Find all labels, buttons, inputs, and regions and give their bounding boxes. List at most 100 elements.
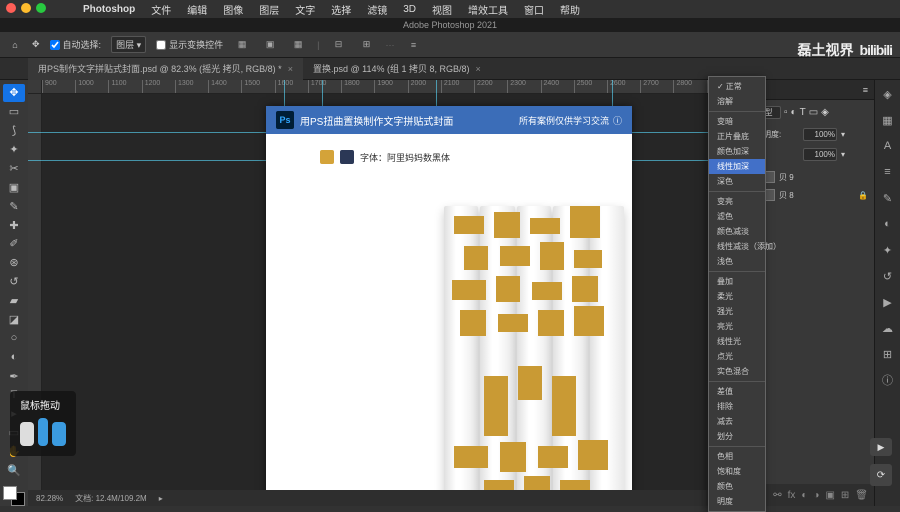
- blend-saturation[interactable]: 饱和度: [709, 464, 765, 479]
- close-tab-icon[interactable]: ×: [475, 64, 480, 74]
- blend-hardmix[interactable]: 实色混合: [709, 364, 765, 379]
- filter-image-icon[interactable]: ▫: [784, 107, 788, 118]
- opacity-input[interactable]: [803, 128, 837, 141]
- align-center-icon[interactable]: ▣: [261, 36, 279, 54]
- menu-view[interactable]: 视图: [425, 2, 459, 17]
- dodge-tool[interactable]: ◐: [3, 348, 25, 366]
- blend-darken[interactable]: 变暗: [709, 114, 765, 129]
- menu-help[interactable]: 帮助: [553, 2, 587, 17]
- lock-icon[interactable]: 🔒: [858, 191, 868, 200]
- crop-tool[interactable]: ✂: [3, 160, 25, 178]
- opacity-slider-icon[interactable]: ▾: [841, 130, 845, 139]
- frame-tool[interactable]: ▣: [3, 178, 25, 196]
- gradient-tool[interactable]: ◪: [3, 311, 25, 329]
- maximize-window[interactable]: [36, 3, 46, 13]
- auto-select-checkbox[interactable]: [50, 40, 60, 50]
- link-icon[interactable]: ⚯: [773, 490, 781, 501]
- panel-menu-icon[interactable]: ≡: [863, 85, 868, 95]
- doc-info[interactable]: 文档: 12.4M/109.2M: [75, 493, 147, 504]
- align-right-icon[interactable]: ▦: [289, 36, 307, 54]
- menu-file[interactable]: 文件: [144, 2, 178, 17]
- blend-color[interactable]: 颜色: [709, 479, 765, 494]
- group-icon[interactable]: ▣: [825, 490, 834, 501]
- blend-mode-menu[interactable]: 正常 溶解 变暗 正片叠底 颜色加深 线性加深 深色 变亮 滤色 颜色减淡 线性…: [708, 76, 766, 512]
- filter-adjust-icon[interactable]: ◐: [791, 107, 797, 118]
- menu-3d[interactable]: 3D: [396, 4, 423, 15]
- blend-darkercolor[interactable]: 深色: [709, 174, 765, 189]
- eyedropper-tool[interactable]: ✎: [3, 197, 25, 215]
- adjustments-panel-icon[interactable]: ◐: [880, 216, 896, 232]
- fg-color[interactable]: [3, 486, 17, 500]
- blur-tool[interactable]: ○: [3, 329, 25, 347]
- distribute-icon[interactable]: ⊟: [329, 36, 347, 54]
- properties-panel-icon[interactable]: ⊞: [880, 346, 896, 362]
- brushes-panel-icon[interactable]: ✎: [880, 190, 896, 206]
- blend-exclusion[interactable]: 排除: [709, 399, 765, 414]
- delete-icon[interactable]: 🗑: [855, 490, 868, 501]
- ruler-origin[interactable]: [28, 80, 42, 94]
- libraries-panel-icon[interactable]: ☁: [880, 320, 896, 336]
- close-tab-icon[interactable]: ×: [288, 64, 293, 74]
- auto-select-target[interactable]: 图层 ▾: [111, 36, 146, 53]
- close-window[interactable]: [6, 3, 16, 13]
- blend-normal[interactable]: 正常: [709, 79, 765, 94]
- minimize-window[interactable]: [21, 3, 31, 13]
- blend-colordodge[interactable]: 颜色减淡: [709, 224, 765, 239]
- mask-icon[interactable]: ◐: [801, 490, 807, 501]
- blend-vividlight[interactable]: 亮光: [709, 319, 765, 334]
- blend-lineardodge[interactable]: 线性减淡（添加）: [709, 239, 765, 254]
- zoom-tool[interactable]: 🔍: [3, 462, 25, 480]
- blend-difference[interactable]: 差值: [709, 384, 765, 399]
- menu-plugins[interactable]: 增效工具: [461, 2, 515, 17]
- fill-slider-icon[interactable]: ▾: [841, 150, 845, 159]
- document-tab-2[interactable]: 置换.psd @ 114% (组 1 拷贝 8, RGB/8)×: [303, 58, 491, 80]
- filter-shape-icon[interactable]: ▭: [809, 107, 818, 118]
- healing-tool[interactable]: ✚: [3, 216, 25, 234]
- menu-window[interactable]: 窗口: [517, 2, 551, 17]
- filter-text-icon[interactable]: T: [800, 107, 806, 118]
- align-left-icon[interactable]: ▦: [233, 36, 251, 54]
- new-layer-icon[interactable]: ⊞: [841, 490, 849, 501]
- blend-lighten[interactable]: 变亮: [709, 194, 765, 209]
- blend-pinlight[interactable]: 点光: [709, 349, 765, 364]
- blend-softlight[interactable]: 柔光: [709, 289, 765, 304]
- blend-linearburn[interactable]: 线性加深: [709, 159, 765, 174]
- blend-colorburn[interactable]: 颜色加深: [709, 144, 765, 159]
- character-panel-icon[interactable]: A: [880, 138, 896, 154]
- actions-panel-icon[interactable]: ▶: [880, 294, 896, 310]
- blend-subtract[interactable]: 减去: [709, 414, 765, 429]
- paragraph-panel-icon[interactable]: ≡: [880, 164, 896, 180]
- menu-edit[interactable]: 编辑: [180, 2, 214, 17]
- stamp-tool[interactable]: ⊛: [3, 254, 25, 272]
- history-panel-icon[interactable]: ↺: [880, 268, 896, 284]
- zoom-level[interactable]: 82.28%: [36, 494, 63, 503]
- lasso-tool[interactable]: ⟆: [3, 122, 25, 140]
- brush-tool[interactable]: ✐: [3, 235, 25, 253]
- menu-image[interactable]: 图像: [216, 2, 250, 17]
- info-panel-icon[interactable]: ⓘ: [880, 372, 896, 388]
- blend-dissolve[interactable]: 溶解: [709, 94, 765, 109]
- filter-smart-icon[interactable]: ◈: [821, 107, 829, 118]
- move-tool[interactable]: ✥: [3, 84, 25, 102]
- document-tab-1[interactable]: 用PS制作文字拼贴式封面.psd @ 82.3% (摇光 拷贝, RGB/8) …: [28, 58, 303, 80]
- marquee-tool[interactable]: ▭: [3, 103, 25, 121]
- adjustment-icon[interactable]: ◑: [813, 490, 819, 501]
- fx-icon[interactable]: fx: [788, 490, 796, 501]
- show-transform-checkbox[interactable]: [156, 40, 166, 50]
- 3d-mode-icon[interactable]: ⊞: [357, 36, 375, 54]
- pen-tool[interactable]: ✒: [3, 367, 25, 385]
- history-brush-tool[interactable]: ↺: [3, 273, 25, 291]
- styles-panel-icon[interactable]: ✦: [880, 242, 896, 258]
- bili-play-icon[interactable]: ▶: [870, 438, 892, 456]
- color-swatch[interactable]: [3, 486, 25, 506]
- blend-lightercolor[interactable]: 浅色: [709, 254, 765, 269]
- blend-linearlight[interactable]: 线性光: [709, 334, 765, 349]
- artboard[interactable]: Ps 用PS扭曲置换制作文字拼贴式封面 所有案例仅供学习交流 ⓘ 字体：阿里妈妈…: [266, 106, 632, 506]
- blend-luminosity[interactable]: 明度: [709, 494, 765, 509]
- color-panel-icon[interactable]: ◈: [880, 86, 896, 102]
- swatches-panel-icon[interactable]: ▦: [880, 112, 896, 128]
- blend-screen[interactable]: 滤色: [709, 209, 765, 224]
- blend-multiply[interactable]: 正片叠底: [709, 129, 765, 144]
- app-name[interactable]: Photoshop: [76, 4, 142, 15]
- menu-select[interactable]: 选择: [324, 2, 358, 17]
